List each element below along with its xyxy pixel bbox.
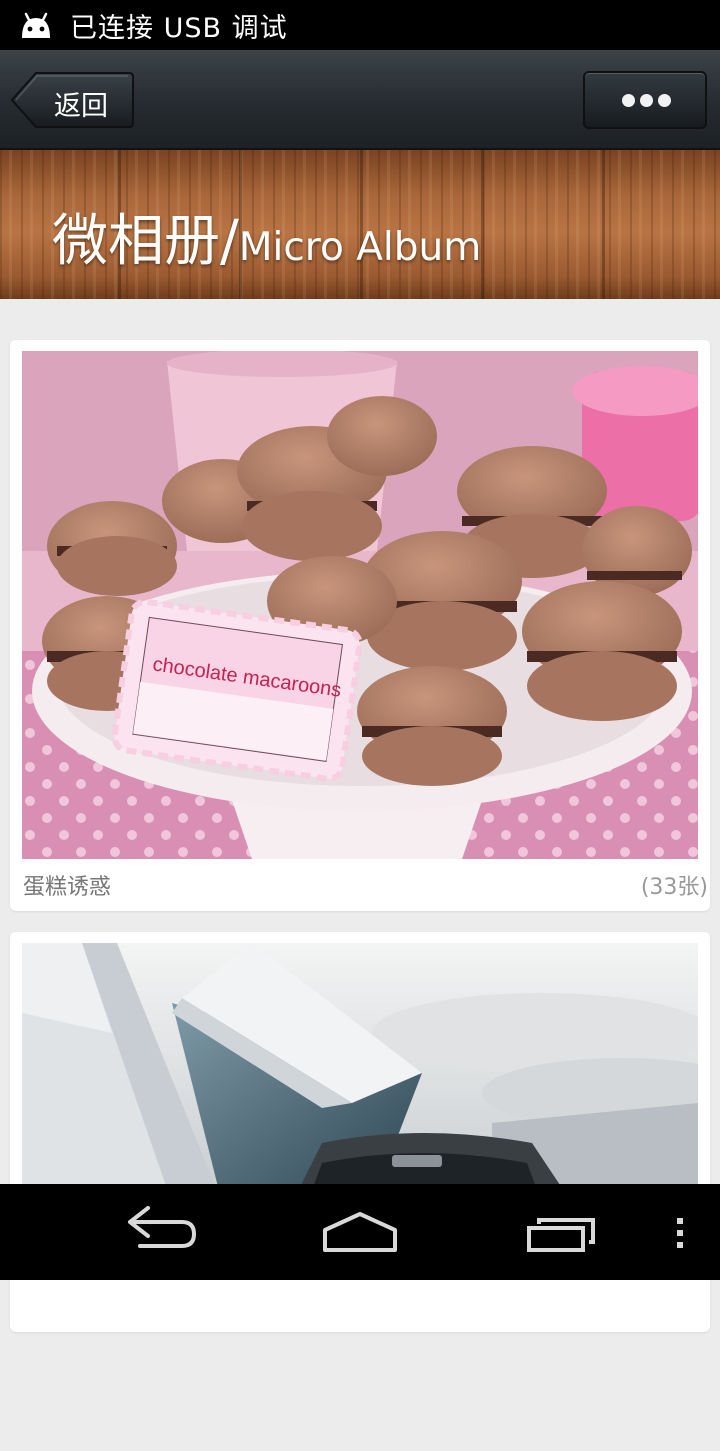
status-bar: 已连接 USB 调试 (0, 0, 720, 50)
page-title-cn: 微相册/ (52, 209, 239, 274)
album-photo-count: (33张) (640, 875, 708, 900)
building-car-photo (22, 943, 698, 1203)
overflow-menu-icon (677, 1218, 683, 1248)
more-options-button[interactable] (583, 71, 707, 129)
back-button[interactable]: 返回 (10, 71, 135, 129)
usb-debug-status: 已连接 USB 调试 (70, 12, 288, 44)
more-dots-icon (622, 94, 635, 107)
system-back-button[interactable] (110, 1184, 210, 1280)
title-bar: 返回 (0, 50, 720, 150)
macarons-photo: chocolate macaroons (22, 351, 698, 859)
page-title-en: Micro Album (238, 225, 482, 270)
home-icon (323, 1212, 397, 1252)
album-card[interactable]: chocolate macaroons 蛋糕诱惑 (33张) (10, 340, 710, 911)
more-dots-icon (658, 94, 671, 107)
back-button-label: 返回 (54, 91, 108, 122)
overflow-menu-button[interactable] (660, 1184, 700, 1280)
system-recents-button[interactable] (515, 1184, 615, 1280)
recent-apps-icon (527, 1218, 595, 1252)
album-name: 蛋糕诱惑 (23, 875, 112, 900)
album-cover-photo[interactable]: chocolate macaroons (22, 351, 698, 859)
back-arrow-icon (128, 1206, 196, 1248)
android-icon (22, 12, 50, 38)
system-home-button[interactable] (310, 1184, 410, 1280)
album-header-banner: 微相册/Micro Album (0, 150, 720, 299)
page-title: 微相册/Micro Album (52, 196, 481, 277)
more-dots-icon (640, 94, 653, 107)
system-navigation-bar (0, 1184, 720, 1280)
